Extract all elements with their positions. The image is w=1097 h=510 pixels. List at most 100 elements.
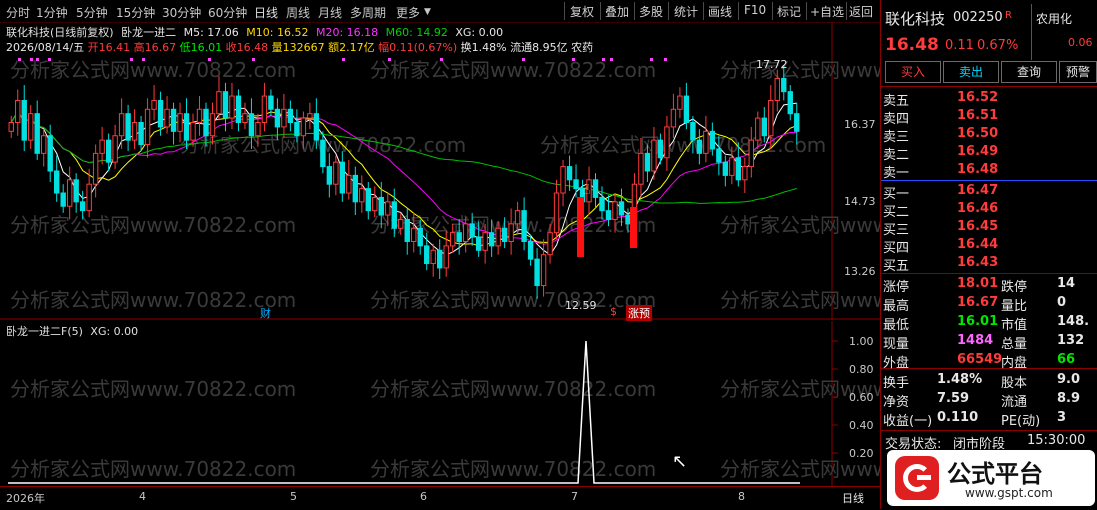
tab-fenshi[interactable]: 分时 <box>6 4 30 21</box>
financing-badge: R <box>1005 10 1012 21</box>
add-watchlist-button[interactable]: +自选 <box>810 3 844 20</box>
back-button[interactable]: 返回 <box>849 3 873 20</box>
ask-row[interactable]: 卖四 16.51 <box>881 107 1097 127</box>
candle-body <box>716 148 722 163</box>
sell-button[interactable]: 卖出 <box>943 61 999 83</box>
bid-row[interactable]: 买五 16.43 <box>881 254 1097 274</box>
candle-body <box>411 227 417 242</box>
query-button[interactable]: 查询 <box>1001 61 1057 83</box>
stat-label: 总量 <box>1001 337 1028 352</box>
tab-more[interactable]: 更多 <box>396 4 420 21</box>
candle-body <box>41 135 47 154</box>
limit-up-forecast-marker[interactable]: 涨预 <box>626 305 652 321</box>
multi-stock-button[interactable]: 多股 <box>639 3 663 20</box>
level-label: 买五 <box>883 259 910 274</box>
stats-table-2: 换手 1.48% 股本 9.0 净资 7.59 流通 8.9 收益(一) 0.110 PE(动) 3 <box>881 369 1097 429</box>
candle-body <box>605 210 612 220</box>
candle-body <box>787 91 793 115</box>
indicator-tick: 0.20 <box>849 447 874 460</box>
indicator-title[interactable]: 卧龙一进二F(5) <box>6 325 83 338</box>
quote-panel: 联化科技 002250 R 农用化 0.06 16.48 0.11 0.67% … <box>880 0 1097 509</box>
dollar-marker[interactable]: $ <box>610 305 617 318</box>
ask-row[interactable]: 卖三 16.50 <box>881 125 1097 145</box>
level-price: 16.48 <box>957 162 999 177</box>
candle-body <box>475 236 482 251</box>
candle-body <box>294 122 300 137</box>
signal-dot <box>522 58 525 61</box>
tab-60min[interactable]: 60分钟 <box>208 4 247 21</box>
time-tick: 4 <box>139 490 146 503</box>
candle-body <box>599 196 605 212</box>
tab-30min[interactable]: 30分钟 <box>162 4 201 21</box>
f10-button[interactable]: F10 <box>744 3 766 17</box>
period-label[interactable]: 日线 <box>842 490 864 506</box>
bid-row[interactable]: 买一 16.47 <box>881 182 1097 202</box>
signal-dot <box>602 58 605 61</box>
tab-multi-period[interactable]: 多周期 <box>350 4 386 21</box>
candle-body <box>125 113 131 141</box>
buy-button[interactable]: 买入 <box>885 61 941 83</box>
candle-body <box>443 245 449 269</box>
formula-name[interactable]: 卧龙一进二 <box>121 26 176 39</box>
chart-title: 联化科技(日线前复权) <box>6 26 114 39</box>
candle-body <box>248 113 255 137</box>
overlay-button[interactable]: 叠加 <box>605 3 629 20</box>
stat-value: 16.67 <box>957 295 999 310</box>
ask-row[interactable]: 卖一 16.48 <box>881 161 1097 181</box>
alert-button[interactable]: 预警 <box>1059 61 1097 83</box>
mouse-pointer-icon: ↖ <box>672 451 688 472</box>
mark-button[interactable]: 标记 <box>777 3 801 20</box>
bid-row[interactable]: 买二 16.46 <box>881 200 1097 220</box>
fuquan-button[interactable]: 复权 <box>570 3 594 20</box>
candle-body <box>683 95 690 124</box>
tab-5min[interactable]: 5分钟 <box>76 4 108 21</box>
level-price: 16.51 <box>957 108 999 123</box>
candle-body <box>534 258 540 287</box>
tab-monthly[interactable]: 月线 <box>318 4 342 21</box>
candle-body <box>709 130 716 150</box>
candle-body <box>391 201 397 229</box>
stat-value: 148. <box>1057 314 1090 329</box>
ask-row[interactable]: 卖五 16.52 <box>881 89 1097 109</box>
candle-body <box>690 122 696 141</box>
stat-label: 净资 <box>883 395 910 410</box>
candle-body <box>105 139 112 163</box>
level-price: 16.45 <box>957 219 999 234</box>
signal-bar <box>630 207 637 248</box>
kline-chart[interactable]: 分析家公式网www.70822.com 分析家公式网www.70822.com 分析… <box>0 22 880 321</box>
candle-body <box>203 108 209 137</box>
candle-body <box>151 99 157 110</box>
candle-body <box>566 166 573 181</box>
tab-daily[interactable]: 日线 <box>254 4 278 21</box>
current-price: 16.48 <box>885 35 939 55</box>
finance-marker[interactable]: 财 <box>260 305 271 321</box>
stat-value: 66549 <box>957 352 1003 367</box>
bid-row[interactable]: 买四 16.44 <box>881 236 1097 256</box>
ask-row[interactable]: 卖二 16.49 <box>881 143 1097 163</box>
indicator-chart[interactable]: 分析家公式网www.70822.com 分析家公式网www.70822.com 分析… <box>0 321 880 486</box>
price-tick: 13.26 <box>844 265 876 278</box>
tab-weekly[interactable]: 周线 <box>286 4 310 21</box>
candle-body <box>365 188 371 212</box>
tab-1min[interactable]: 1分钟 <box>36 4 68 21</box>
stat-value: 18.01 <box>957 276 999 291</box>
chevron-down-icon[interactable]: ▼ <box>424 7 431 17</box>
time-tick: 8 <box>738 490 745 503</box>
ma10-value: M10: 16.52 <box>246 26 309 39</box>
tab-15min[interactable]: 15分钟 <box>116 4 155 21</box>
neighbor-stock[interactable]: 农用化 0.06 <box>1031 4 1097 60</box>
candle-body <box>657 139 664 159</box>
bar-amount: 额2.17亿 <box>328 41 375 54</box>
level-price: 16.46 <box>957 201 999 216</box>
bid-row[interactable]: 买三 16.45 <box>881 218 1097 238</box>
candle-body <box>333 161 339 185</box>
candle-body <box>326 166 333 185</box>
stat-label: 涨停 <box>883 280 910 295</box>
candle-body <box>398 218 404 229</box>
candle-body <box>592 179 599 198</box>
industry-tag: 农药 <box>571 41 594 54</box>
draw-line-button[interactable]: 画线 <box>708 3 732 20</box>
stat-label: 现量 <box>883 337 910 352</box>
statistics-button[interactable]: 统计 <box>674 3 698 20</box>
stat-value: 66 <box>1057 352 1076 367</box>
